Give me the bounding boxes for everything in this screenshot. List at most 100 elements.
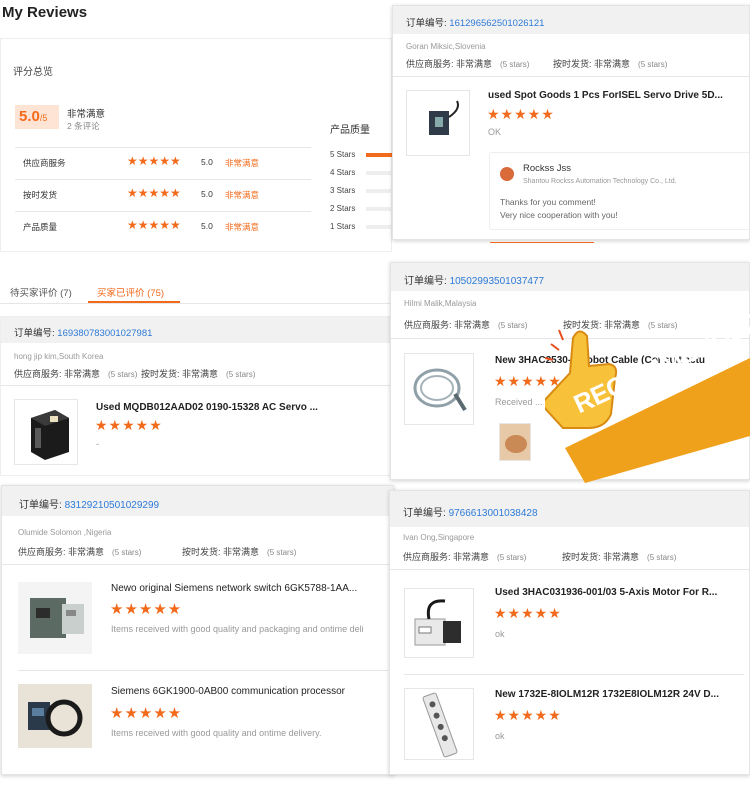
reply-line-2: Very nice cooperation with you!	[500, 210, 618, 220]
order-number-link[interactable]: 83129210501029299	[65, 500, 160, 511]
service-rating-line: 供应商服务: 非常满意 (5 stars)	[14, 367, 137, 380]
network-switch-icon	[18, 582, 92, 654]
ontime-rating-line: 按时发货: 非常满意 (5 stars)	[562, 550, 676, 563]
product-title[interactable]: Used MQDB012AAD02 0190-15328 AC Servo ..…	[96, 402, 376, 413]
service-label: 供应商服务:	[403, 552, 451, 562]
product-stars: ★★★★★	[494, 707, 562, 723]
order-prefix: 订单编号:	[403, 508, 446, 519]
product-thumbnail[interactable]	[18, 582, 92, 654]
product-comment: Items received with good quality and ont…	[111, 728, 322, 738]
service-stars-text: (5 stars)	[112, 548, 142, 557]
order-header: 订单编号: 161296562501026121	[393, 6, 749, 34]
service-status: 非常满意	[454, 320, 491, 330]
product-thumbnail[interactable]	[404, 688, 474, 760]
io-module-icon	[422, 692, 458, 758]
distribution-label: 5 Stars	[330, 150, 356, 159]
product-title[interactable]: used Spot Goods 1 Pcs ForISEL Servo Driv…	[488, 90, 728, 101]
product-stars: ★★★★★	[487, 106, 555, 122]
rating-row-label: 产品质量	[23, 222, 58, 232]
distribution-row: 4 Stars	[330, 167, 406, 181]
product-thumbnail[interactable]	[404, 353, 474, 425]
product-thumbnail[interactable]	[14, 399, 78, 465]
rating-stars: ★★★★★	[127, 186, 181, 200]
reply-line-1: Thanks for you comment!	[500, 197, 596, 207]
review-count: 2 条评论	[67, 121, 100, 131]
rating-row-status: 非常满意	[225, 222, 260, 232]
product-comment: ok	[495, 629, 505, 639]
service-status: 非常满意	[68, 547, 105, 557]
servo-motor-icon	[414, 599, 461, 646]
score-label: 非常满意	[67, 109, 106, 120]
product-thumbnail[interactable]	[18, 684, 92, 748]
buyer-name: Goran Miksic,Slovenia	[406, 42, 486, 51]
seller-company: Shantou Rockss Automation Technology Co.…	[523, 178, 677, 185]
product-title[interactable]: Newo original Siemens network switch 6GK…	[111, 583, 391, 594]
service-label: 供应商服务:	[18, 547, 66, 557]
order-number-link[interactable]: 10502993501037477	[450, 276, 545, 287]
order-number-link[interactable]: 97666130010384​28	[449, 508, 538, 519]
product-title[interactable]: Used 3HAC031936-001/03 5-Axis Motor For …	[495, 587, 745, 598]
communication-processor-icon	[18, 684, 92, 748]
order-card: 订单编号: 161296562501026121 Goran Miksic,Sl…	[392, 5, 750, 240]
order-prefix: 订单编号:	[14, 328, 55, 339]
buyer-name: hong jip kim,South Korea	[14, 352, 104, 361]
order-card: 订单编号: 1693807830010279​81 hong jip kim,S…	[0, 316, 392, 476]
ontime-label: 按时发货:	[141, 369, 180, 379]
product-stars: ★★★★★	[95, 417, 163, 433]
service-status: 非常满意	[453, 552, 490, 562]
ontime-stars-text: (5 stars)	[226, 370, 256, 379]
distribution-row: 5 Stars	[330, 149, 406, 163]
distribution-label: 4 Stars	[330, 168, 356, 177]
tab-completed-reviews[interactable]: 买家已评价 (75)	[97, 285, 164, 299]
seller-avatar	[500, 167, 514, 181]
distribution-label: 3 Stars	[330, 186, 356, 195]
buyer-name: Hilmi Malik,Malaysia	[404, 299, 477, 308]
order-number-link[interactable]: 161296562501026121	[449, 18, 544, 29]
rating-row-value: 5.0	[201, 221, 213, 231]
order-card: 订单编号: 97666130010384​28 Ivan Ong,Singapo…	[389, 490, 750, 775]
orange-divider	[490, 242, 594, 243]
robot-cable-icon	[413, 368, 467, 412]
rating-row-status: 非常满意	[225, 190, 260, 200]
ontime-status: 非常满意	[223, 547, 260, 557]
score-value: 5.0	[19, 108, 40, 125]
quality-heading: 产品质量	[330, 125, 370, 136]
ontime-status: 非常满意	[603, 552, 640, 562]
service-status: 非常满意	[456, 59, 493, 69]
rating-row-label: 供应商服务	[23, 158, 66, 168]
distribution-row: 1 Stars	[330, 221, 406, 235]
order-header: 订单编号: 10502993501037477	[391, 263, 749, 291]
rating-row-value: 5.0	[201, 157, 213, 167]
service-rating-line: 供应商服务: 非常满意 (5 stars)	[403, 550, 526, 563]
service-stars-text: (5 stars)	[500, 60, 530, 69]
ontime-rating-line: 按时发货: 非常满意 (5 stars)	[553, 57, 667, 70]
tab-pending-reviews[interactable]: 待买家评价 (7)	[10, 285, 72, 299]
order-number-link[interactable]: 1693807830010279​81	[57, 328, 152, 339]
servo-drive-icon	[31, 410, 69, 460]
product-stars: ★★★★★	[110, 601, 183, 618]
ontime-rating-line: 按时发货: 非常满意 (5 stars)	[141, 367, 255, 380]
order-prefix: 订单编号:	[404, 276, 447, 287]
rating-row-value: 5.0	[201, 189, 213, 199]
ontime-stars-text: (5 stars)	[638, 60, 668, 69]
service-rating-line: 供应商服务: 非常满意 (5 stars)	[406, 57, 529, 70]
distribution-row: 2 Stars	[330, 203, 406, 217]
ontime-status: 非常满意	[594, 59, 631, 69]
product-thumbnail[interactable]	[404, 588, 474, 658]
review-photo-icon	[500, 424, 530, 460]
review-photo[interactable]	[499, 423, 531, 461]
page-title: My Reviews	[2, 4, 88, 21]
rating-summary-panel: 评分总览 5.0/5 非常满意 2 条评论 供应商服务 ★★★★★ 5.0 非常…	[0, 38, 406, 252]
rating-row-quality: 产品质量 ★★★★★ 5.0 非常满意	[23, 218, 313, 239]
product-title[interactable]: New 1732E-8IOLM12R 1732E8IOLM12R 24V D..…	[495, 689, 745, 700]
product-title[interactable]: Siemens 6GK1900-0AB00 communication proc…	[111, 686, 391, 697]
product-thumbnail[interactable]	[406, 90, 470, 156]
summary-heading: 评分总览	[13, 67, 53, 78]
star-distribution: 5 Stars 4 Stars 3 Stars 2 Stars 1 Stars	[330, 149, 406, 239]
distribution-label: 1 Stars	[330, 222, 356, 231]
order-card: 订单编号: 83129210501029299 Olumide Solomon …	[1, 485, 394, 775]
rating-row-ontime: 按时发货 ★★★★★ 5.0 非常满意	[23, 186, 313, 207]
service-status: 非常满意	[64, 369, 101, 379]
service-label: 供应商服务:	[14, 369, 62, 379]
servo-drive-icon	[429, 100, 459, 135]
